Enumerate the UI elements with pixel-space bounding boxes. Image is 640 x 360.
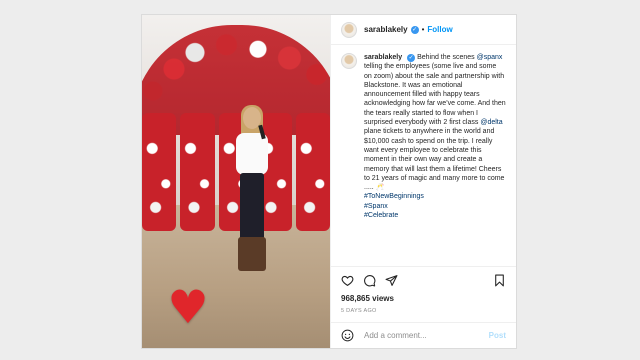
caption-username[interactable]: sarablakely	[364, 54, 402, 61]
caption-area: sarablakely ✓ Behind the scenes @spanx t…	[331, 45, 516, 266]
hashtag-link[interactable]: #ToNewBeginnings	[364, 193, 424, 200]
hashtag-link[interactable]: #Celebrate	[364, 212, 398, 219]
person-shirt	[236, 133, 268, 175]
share-icon[interactable]	[385, 274, 398, 287]
avatar[interactable]	[341, 21, 357, 38]
post-date: 5 DAYS AGO	[341, 308, 377, 314]
instagram-post: ♥ sarablakely ✓ • Follow sarablakely ✓ B…	[141, 14, 517, 349]
speaker-person	[234, 105, 270, 277]
caption: sarablakely ✓ Behind the scenes @spanx t…	[364, 53, 506, 258]
person-pants	[240, 173, 264, 243]
add-comment-bar: Post	[331, 322, 516, 348]
caption-text: telling the employees (some live and som…	[364, 63, 506, 127]
like-icon[interactable]	[341, 274, 354, 287]
emoji-icon[interactable]	[341, 329, 354, 342]
post-video[interactable]: ♥	[142, 15, 330, 348]
follow-button[interactable]: Follow	[427, 25, 452, 34]
caption-text: plane tickets to anywhere in the world a…	[364, 128, 505, 192]
avatar[interactable]	[341, 53, 357, 69]
hashtag-link[interactable]: #Spanx	[364, 203, 388, 210]
action-bar	[331, 266, 516, 294]
verified-badge-icon: ✓	[410, 25, 419, 34]
balloon-letter	[142, 113, 177, 231]
person-boots	[238, 237, 266, 271]
comment-input[interactable]	[362, 330, 489, 341]
save-bookmark-icon[interactable]	[493, 274, 506, 287]
post-header: sarablakely ✓ • Follow	[331, 15, 516, 45]
post-sidebar: sarablakely ✓ • Follow sarablakely ✓ Beh…	[330, 15, 516, 348]
heart-icon: ♥	[167, 280, 209, 334]
separator-dot: •	[421, 25, 425, 34]
balloon-letter	[295, 113, 330, 231]
mention-link[interactable]: @spanx	[477, 54, 503, 61]
mention-link[interactable]: @delta	[480, 119, 502, 126]
username[interactable]: sarablakely	[364, 25, 408, 34]
comment-icon[interactable]	[363, 274, 376, 287]
caption-text: Behind the scenes	[417, 54, 475, 61]
balloon-letter	[180, 113, 215, 231]
post-comment-button[interactable]: Post	[489, 331, 506, 340]
verified-badge-icon: ✓	[407, 54, 416, 62]
view-count[interactable]: 968,865 views	[331, 294, 516, 306]
